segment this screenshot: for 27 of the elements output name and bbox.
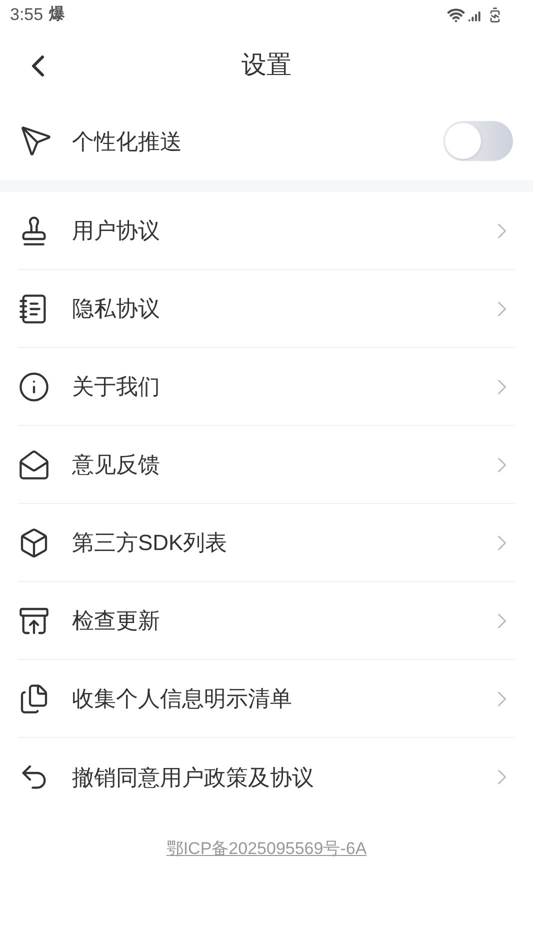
- settings-item[interactable]: 意见反馈: [18, 426, 515, 504]
- settings-item[interactable]: 收集个人信息明示清单: [18, 660, 515, 738]
- cube-icon: [18, 526, 50, 558]
- push-toggle[interactable]: [443, 121, 513, 161]
- item-label: 关于我们: [72, 373, 161, 401]
- item-label: 收集个人信息明示清单: [72, 685, 293, 713]
- paper-plane-icon: [20, 125, 52, 157]
- settings-item[interactable]: 隐私协议: [18, 270, 515, 348]
- item-label: 隐私协议: [72, 295, 161, 323]
- item-label: 第三方SDK列表: [72, 529, 228, 557]
- envelope-icon: [18, 448, 50, 480]
- settings-item[interactable]: 第三方SDK列表: [18, 504, 515, 582]
- settings-item[interactable]: 检查更新: [18, 582, 515, 660]
- item-label: 撤销同意用户政策及协议: [72, 764, 315, 792]
- item-label: 意见反馈: [72, 451, 161, 479]
- status-time: 3:55: [10, 4, 44, 26]
- settings-item[interactable]: 用户协议: [18, 192, 515, 270]
- wifi-icon: [447, 6, 465, 24]
- push-label: 个性化推送: [72, 128, 183, 156]
- documents-icon: [18, 682, 50, 714]
- info-icon: [18, 370, 50, 402]
- item-label: 检查更新: [72, 607, 161, 635]
- settings-item[interactable]: 撤销同意用户政策及协议: [18, 738, 515, 816]
- settings-item[interactable]: 关于我们: [18, 348, 515, 426]
- notification-glyph: 爆: [49, 4, 66, 25]
- page-title: 设置: [242, 50, 292, 82]
- item-label: 用户协议: [72, 217, 161, 245]
